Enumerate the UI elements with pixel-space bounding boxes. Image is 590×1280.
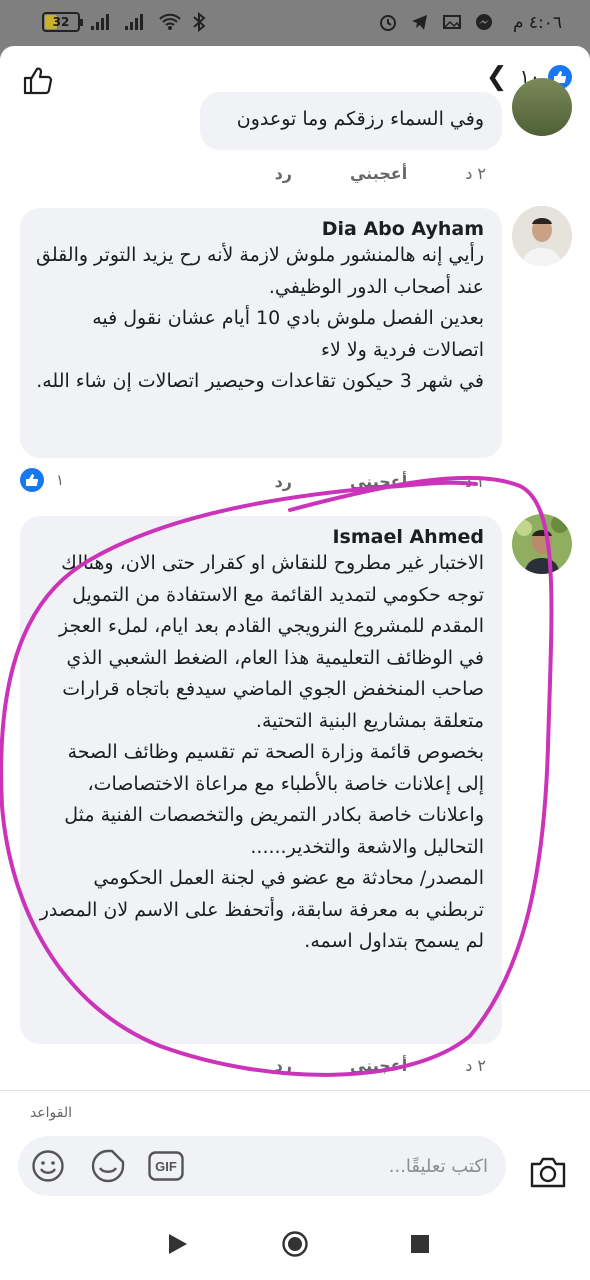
gif-button[interactable]: GIF: [148, 1148, 184, 1184]
divider: [0, 1090, 590, 1091]
comment-reactions[interactable]: ١: [20, 468, 64, 492]
reaction-count: ١: [56, 471, 65, 489]
comment-bubble: Dia Abo Ayham رأيي إنه هالمنشور ملوش لاز…: [20, 208, 502, 458]
comment-input[interactable]: [288, 1136, 488, 1196]
comment-text: رأيي إنه هالمنشور ملوش لازمة لأنه رح يزي…: [36, 244, 484, 392]
avatar[interactable]: [512, 78, 572, 136]
rules-link[interactable]: القواعد: [30, 1105, 72, 1121]
status-bar: ٤:٠٦ م 32: [0, 0, 590, 46]
reply-button[interactable]: رد: [275, 1056, 292, 1075]
sticker-button[interactable]: [90, 1148, 126, 1184]
status-system-icons: 32: [42, 12, 206, 32]
like-button[interactable]: أعجبني: [350, 472, 407, 491]
telegram-icon: [412, 15, 427, 30]
wifi-icon: [159, 13, 181, 30]
battery-level: 32: [52, 15, 70, 29]
camera-button[interactable]: [528, 1154, 568, 1190]
comment-time: ٢ د: [465, 1056, 486, 1075]
camera-icon: [530, 1157, 566, 1188]
like-reaction-icon: [20, 468, 44, 492]
system-nav-bar: [0, 1208, 590, 1280]
comment-bubble: Ismael Ahmed الاختبار غير مطروح للنقاش ا…: [20, 516, 502, 1044]
emoji-button[interactable]: [30, 1148, 66, 1184]
sticker-icon: [91, 1149, 125, 1183]
home-nav-icon[interactable]: [281, 1230, 309, 1258]
status-time: ٤:٠٦ م: [512, 13, 562, 33]
comment-author[interactable]: Dia Abo Ayham: [36, 218, 484, 240]
comment-time: ٢ د: [465, 164, 486, 183]
battery-icon: 32: [42, 12, 83, 32]
comment-composer: GIF: [18, 1136, 506, 1196]
like-button[interactable]: أعجبني: [350, 164, 407, 183]
signal-icon-2: [125, 14, 143, 30]
gif-label: GIF: [155, 1159, 177, 1174]
messenger-icon: [476, 14, 492, 30]
reply-button[interactable]: رد: [275, 164, 292, 183]
avatar-photo: [512, 206, 572, 266]
comment-actions: ٢ د أعجبني رد: [275, 164, 486, 183]
alarm-icon: [380, 15, 396, 31]
status-app-icons: [378, 12, 494, 32]
recents-nav-icon[interactable]: [406, 1230, 434, 1258]
comment-text: الاختبار غير مطروح للنقاش او كقرار حتى ا…: [39, 552, 484, 952]
reply-button[interactable]: رد: [275, 472, 292, 491]
comments-sheet: ❮ ١٠ وفي السماء رزقكم وما توعدون ٢ د أعج…: [0, 46, 590, 1280]
like-outline-icon[interactable]: [22, 64, 54, 96]
comment-time: ٢ د: [465, 472, 486, 491]
comment-bubble: وفي السماء رزقكم وما توعدون: [200, 92, 502, 150]
avatar[interactable]: [512, 514, 572, 574]
gif-icon: GIF: [148, 1151, 184, 1181]
comment-author[interactable]: Ismael Ahmed: [36, 526, 484, 548]
avatar[interactable]: [512, 206, 572, 266]
bluetooth-icon: [193, 12, 206, 32]
like-button[interactable]: أعجبني: [350, 1056, 407, 1075]
comment-actions: ٢ د أعجبني رد: [275, 1056, 486, 1075]
emoji-icon: [32, 1150, 64, 1182]
back-nav-icon[interactable]: [163, 1230, 191, 1258]
chevron-left-icon[interactable]: ❮: [486, 64, 508, 90]
avatar-photo: [512, 514, 572, 574]
image-icon: [443, 15, 461, 29]
signal-icon: [91, 14, 109, 30]
comment-text: وفي السماء رزقكم وما توعدون: [236, 108, 484, 130]
comment-actions: ٢ د أعجبني رد: [275, 472, 486, 491]
